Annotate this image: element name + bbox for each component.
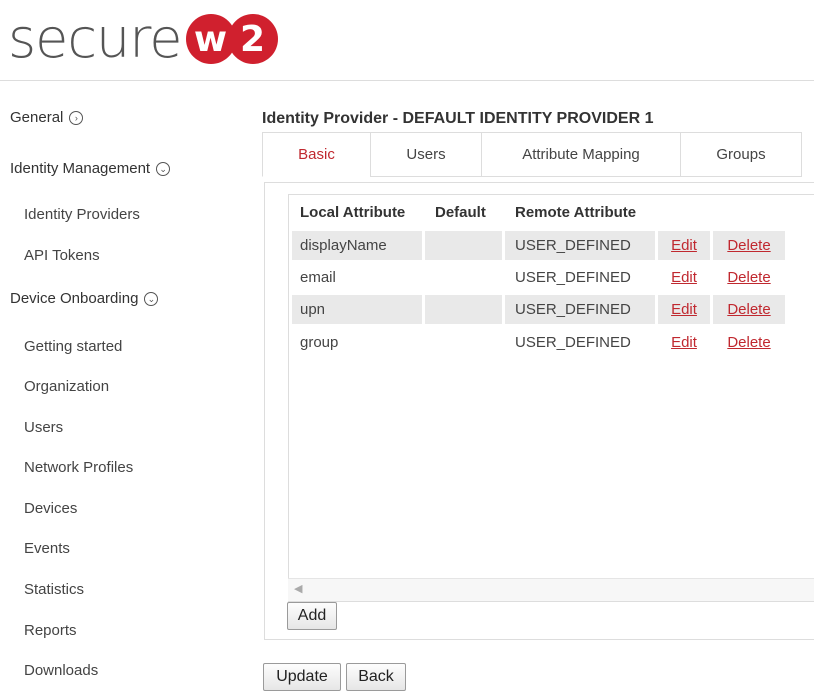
sidebar-item-users[interactable]: Users <box>24 419 63 436</box>
table-row-local: email <box>300 269 336 286</box>
tab-users[interactable]: Users <box>370 132 481 177</box>
delete-link[interactable]: Delete <box>727 269 770 286</box>
table-row-remote: USER_DEFINED <box>505 231 655 260</box>
chevron-right-circle-icon: › <box>69 110 84 125</box>
horizontal-scrollbar[interactable]: ◀ <box>288 578 814 601</box>
delete-link[interactable]: Delete <box>727 237 770 254</box>
table-row-local: upn <box>292 295 422 324</box>
chevron-down-circle-icon: ⌄ <box>144 291 159 306</box>
brand-wordmark: secure <box>8 7 183 70</box>
table-row-remote: USER_DEFINED <box>515 334 631 351</box>
table-row-local: displayName <box>292 231 422 260</box>
table-row-remote: USER_DEFINED <box>505 295 655 324</box>
column-header-remote-attribute: Remote Attribute <box>515 204 637 221</box>
sidebar-section-general[interactable]: General › <box>10 109 84 126</box>
table-row-edit-cell: Edit <box>658 263 710 292</box>
edit-link[interactable]: Edit <box>671 301 697 318</box>
sidebar-item-getting-started[interactable]: Getting started <box>24 338 122 355</box>
add-button[interactable]: Add <box>287 602 337 630</box>
update-button[interactable]: Update <box>263 663 341 691</box>
table-row-edit-cell: Edit <box>658 231 710 260</box>
tab-basic[interactable]: Basic <box>262 132 370 177</box>
table-row-delete-cell: Delete <box>713 231 785 260</box>
chevron-down-circle-icon: ⌄ <box>156 161 171 176</box>
table-row-edit-cell: Edit <box>658 328 710 357</box>
sidebar-item-events[interactable]: Events <box>24 540 70 557</box>
table-row-edit-cell: Edit <box>658 295 710 324</box>
sidebar-item-identity-providers[interactable]: Identity Providers <box>24 206 140 223</box>
scroll-left-icon[interactable]: ◀ <box>294 582 302 595</box>
header-divider <box>0 80 814 81</box>
back-button[interactable]: Back <box>346 663 406 691</box>
column-header-default: Default <box>435 204 486 221</box>
table-row-delete-cell: Delete <box>713 263 785 292</box>
brand-badge-number: 2 <box>227 14 278 64</box>
sidebar-section-label: Identity Management <box>10 160 151 177</box>
table-row-default <box>425 263 502 292</box>
table-row-default <box>425 328 502 357</box>
table-row-delete-cell: Delete <box>713 295 785 324</box>
tab-groups[interactable]: Groups <box>680 132 802 177</box>
sidebar-item-downloads[interactable]: Downloads <box>24 662 98 679</box>
sidebar-item-network-profiles[interactable]: Network Profiles <box>24 459 133 476</box>
delete-link[interactable]: Delete <box>727 334 770 351</box>
sidebar-item-api-tokens[interactable]: API Tokens <box>24 247 100 264</box>
table-row-delete-cell: Delete <box>713 328 785 357</box>
sidebar-section-device-onboarding[interactable]: Device Onboarding ⌄ <box>10 290 159 307</box>
edit-link[interactable]: Edit <box>671 334 697 351</box>
column-header-local-attribute: Local Attribute <box>300 204 406 221</box>
edit-link[interactable]: Edit <box>671 269 697 286</box>
sidebar-item-reports[interactable]: Reports <box>24 622 77 639</box>
sidebar-section-label: Device Onboarding <box>10 290 139 307</box>
sidebar-item-devices[interactable]: Devices <box>24 500 77 517</box>
delete-link[interactable]: Delete <box>727 301 770 318</box>
edit-link[interactable]: Edit <box>671 237 697 254</box>
table-row-remote: USER_DEFINED <box>515 269 631 286</box>
sidebar-section-label: General <box>10 109 64 126</box>
sidebar-section-identity-management[interactable]: Identity Management ⌄ <box>10 160 171 177</box>
sidebar-item-statistics[interactable]: Statistics <box>24 581 84 598</box>
page-title: Identity Provider - DEFAULT IDENTITY PRO… <box>262 110 654 127</box>
sidebar-item-organization[interactable]: Organization <box>24 378 109 395</box>
table-row-default <box>425 231 502 260</box>
tab-attribute-mapping[interactable]: Attribute Mapping <box>481 132 680 177</box>
table-row-local: group <box>300 334 339 351</box>
table-row-default <box>425 295 502 324</box>
brand-logo: secure w 2 <box>8 8 278 70</box>
tab-bar: Basic Users Attribute Mapping Groups <box>262 132 802 177</box>
